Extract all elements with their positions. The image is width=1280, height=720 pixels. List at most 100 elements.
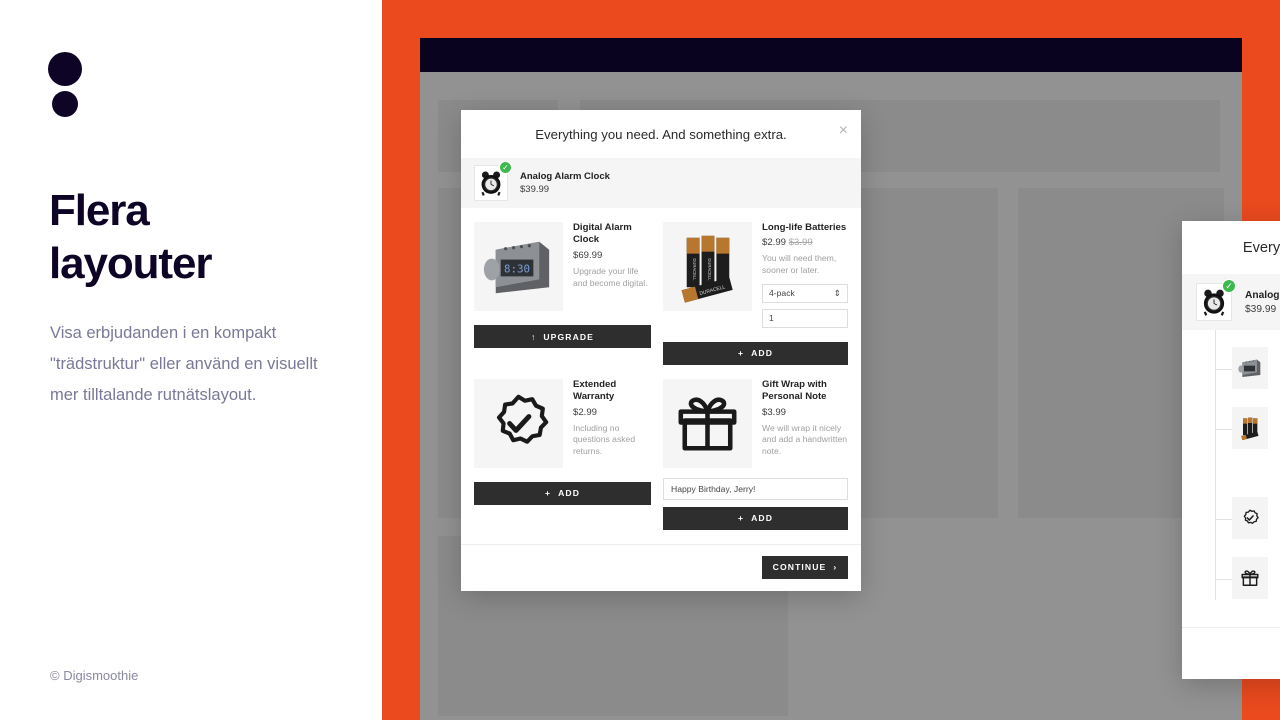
parent-product-meta: Analog Alarm Clock $39.99 xyxy=(520,171,610,195)
continue-button[interactable]: CONTINUE › xyxy=(762,555,848,579)
add-button-label: ADD xyxy=(751,348,774,359)
variant-select-value: 4-pack xyxy=(769,288,795,299)
tree-branch-line xyxy=(1215,579,1232,580)
offer-description: Including no questions asked returns. xyxy=(573,422,636,456)
parent-product-thumbnail: ✓ xyxy=(1196,279,1236,321)
logo-dot-large xyxy=(48,52,82,86)
offer-name: Long-life Batteries xyxy=(762,222,847,233)
modal-header: Everything you need. And something extra… xyxy=(461,110,861,158)
offer-card-digital-alarm-clock: 8:30 Digital Alarm Clock $69.99 Upgrade … xyxy=(474,222,651,365)
batteries-icon xyxy=(1241,417,1259,441)
close-icon[interactable]: × xyxy=(839,123,848,139)
add-button[interactable]: + ADD xyxy=(474,481,651,505)
offer-image xyxy=(1232,407,1268,449)
modal-header: Everything you need. And something extra… xyxy=(1182,221,1280,274)
tree-branch-line xyxy=(1215,369,1232,370)
headline-line-1: Flera xyxy=(49,186,150,235)
gift-note-value: Happy Birthday, Jerry! xyxy=(671,483,756,494)
svg-text:DURACELL: DURACELL xyxy=(707,258,712,281)
upsell-modal-grid: Everything you need. And something extra… xyxy=(461,110,861,591)
parent-product-thumbnail: ✓ xyxy=(474,161,512,201)
offer-image: 8:30 xyxy=(474,222,563,311)
offer-row-extended-warranty: Extended Warranty $2.99 Including no que… xyxy=(1182,488,1280,548)
page-subcopy: Visa erbjudanden i en kompakt "trädstruk… xyxy=(50,324,318,404)
parent-product-name: Analog Alarm Clock xyxy=(1245,289,1280,301)
offer-image xyxy=(1232,557,1268,599)
digismoothie-logo xyxy=(48,52,88,126)
tree-branch-line xyxy=(1215,519,1232,520)
gift-note-input[interactable]: Happy Birthday, Jerry! xyxy=(663,477,848,500)
parent-product-row: ✓ Analog Alarm Clock $39.99 xyxy=(461,158,861,208)
offer-image xyxy=(1232,497,1268,539)
offer-row-gift-wrap: Gift Wrap with Personal Note $3.99 We wi… xyxy=(1182,548,1280,638)
parent-product-price: $39.99 xyxy=(1245,303,1277,315)
parent-product-meta: Analog Alarm Clock $39.99 xyxy=(1245,290,1280,315)
offer-image: DURACELL DURACELL DURACELL xyxy=(663,222,752,311)
headline-line-2: layouter xyxy=(49,238,212,288)
upgrade-icon: ↑ xyxy=(530,331,537,342)
tree-branch-line xyxy=(1215,429,1232,430)
offer-image xyxy=(663,378,752,468)
copyright-text: © Digismoothie xyxy=(50,668,139,683)
offer-card-long-life-batteries: DURACELL DURACELL DURACELL Long-life Bat… xyxy=(663,222,848,365)
batteries-icon: DURACELL DURACELL DURACELL xyxy=(663,222,752,311)
warranty-badge-icon xyxy=(474,378,563,468)
offer-image xyxy=(1232,347,1268,389)
gift-icon xyxy=(1241,570,1259,586)
logo-dot-small xyxy=(52,91,78,117)
left-info-panel: Flera layouter Visa erbjudanden i en komp… xyxy=(0,0,382,720)
modal-footer: CONTINUE› xyxy=(1182,627,1280,679)
offer-name: Gift Wrap with Personal Note xyxy=(762,378,827,403)
offer-description: We will wrap it nicely and add a handwri… xyxy=(762,422,848,456)
parent-product-name: Analog Alarm Clock xyxy=(520,171,610,182)
screenshot-root: Flera layouter Visa erbjudanden i en komp… xyxy=(0,0,1280,720)
offer-row-digital-alarm-clock: Digital Alarm Clock $69.99 Upgrade your … xyxy=(1182,338,1280,398)
offer-description: You will need them, sooner or later. xyxy=(762,253,837,276)
warranty-badge-icon xyxy=(1243,509,1259,524)
quantity-input[interactable]: 1 xyxy=(762,308,848,328)
browser-top-bar xyxy=(420,38,1242,72)
digital-alarm-clock-icon xyxy=(1238,359,1261,377)
modal-title: Everything you need. And something extra… xyxy=(535,126,787,142)
digital-alarm-clock-icon: 8:30 xyxy=(474,222,563,311)
chevron-updown-icon: ⇕ xyxy=(833,287,841,298)
add-button-label: ADD xyxy=(751,513,774,524)
orange-stage: Everything you need. And something extra… xyxy=(382,0,1280,720)
offer-name: Digital Alarm Clock xyxy=(573,222,632,246)
page-title: Flera layouter xyxy=(49,185,349,291)
continue-button-label: CONTINUE xyxy=(772,562,827,573)
add-button[interactable]: + ADD xyxy=(663,506,848,530)
offer-price-original: $3.99 xyxy=(788,237,813,249)
offer-description: Upgrade your life and become digital. xyxy=(573,265,648,288)
upgrade-button-label: UPGRADE xyxy=(543,331,595,342)
offer-name: Extended Warranty xyxy=(573,378,617,403)
selected-badge-icon: ✓ xyxy=(499,161,512,174)
quantity-value: 1 xyxy=(769,313,774,324)
parent-product-row: ✓ Analog Alarm Clock $39.99 xyxy=(1182,274,1280,330)
offer-price-current: $2.99 xyxy=(762,237,787,249)
svg-text:8:30: 8:30 xyxy=(504,262,530,275)
offer-price: $3.99 xyxy=(762,406,787,418)
modal-footer: CONTINUE › xyxy=(461,543,861,589)
parent-product-price: $39.99 xyxy=(520,184,550,195)
add-button-label: ADD xyxy=(558,488,581,499)
offer-card-gift-wrap: Gift Wrap with Personal Note $3.99 We wi… xyxy=(663,378,848,530)
modal-title: Everything you need. And something extra… xyxy=(1242,239,1280,256)
variant-select[interactable]: 4-pack ⇕ xyxy=(762,283,848,303)
gift-icon xyxy=(663,378,752,468)
offer-card-extended-warranty: Extended Warranty $2.99 Including no que… xyxy=(474,378,651,530)
offer-row-long-life-batteries: Long-life Batteries $2.99 $3.99 You will… xyxy=(1182,398,1280,488)
analog-alarm-clock-icon xyxy=(481,171,501,196)
chevron-right-icon: › xyxy=(833,562,838,573)
svg-text:DURACELL: DURACELL xyxy=(692,258,697,281)
upgrade-button[interactable]: ↑ UPGRADE xyxy=(474,325,651,348)
add-button[interactable]: + ADD xyxy=(663,341,848,365)
offers-grid: 8:30 Digital Alarm Clock $69.99 Upgrade … xyxy=(461,208,861,530)
offer-price: $69.99 xyxy=(573,249,603,261)
offer-image xyxy=(474,378,563,468)
offers-tree: Digital Alarm Clock $69.99 Upgrade your … xyxy=(1182,330,1280,648)
offer-price: $2.99 xyxy=(573,406,598,418)
plus-icon: + xyxy=(544,488,552,499)
plus-icon: + xyxy=(737,348,745,359)
selected-badge-icon: ✓ xyxy=(1222,279,1236,293)
